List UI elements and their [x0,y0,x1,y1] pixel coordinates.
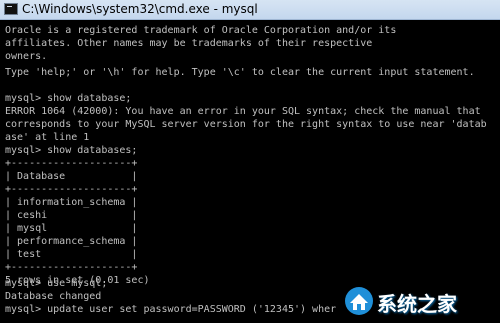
console-line: corresponds to your MySQL server version… [5,119,487,130]
title-bar[interactable]: C:\Windows\system32\cmd.exe - mysql [0,0,500,20]
console-line: mysql> show database; [5,93,132,104]
console-line: affiliates. Other names may be trademark… [5,38,373,49]
watermark: 系统之家 [344,284,494,318]
window-title: C:\Windows\system32\cmd.exe - mysql [22,2,258,16]
console-line: | test | [5,249,138,260]
console-line: Database changed [5,291,102,302]
house-logo-icon [345,287,373,315]
console-line: +--------------------+ [5,262,138,273]
console-line: | mysql | [5,223,138,234]
console-line: +--------------------+ [5,184,138,195]
console-line: | ceshi | [5,210,138,221]
console-line: Oracle is a registered trademark of Orac… [5,25,397,36]
console-line: mysql> update user set password=PASSWORD… [5,304,337,315]
console-line: | performance_schema | [5,236,138,247]
console-line: ase' at line 1 [5,132,90,143]
cmd-window: C:\Windows\system32\cmd.exe - mysql Orac… [0,0,500,323]
console-line: owners. [5,51,48,62]
console-line: +--------------------+ [5,158,138,169]
console-output[interactable]: Oracle is a registered trademark of Orac… [0,20,500,323]
console-line: | Database | [5,171,138,182]
watermark-text: 系统之家 [377,292,457,316]
console-line: ERROR 1064 (42000): You have an error in… [5,106,481,117]
console-line: mysql> show databases; [5,145,138,156]
cmd-icon [4,3,18,15]
console-line: mysql> use mysql; [5,278,108,289]
console-line: Type 'help;' or '\h' for help. Type '\c'… [5,67,475,78]
console-line: | information_schema | [5,197,138,208]
